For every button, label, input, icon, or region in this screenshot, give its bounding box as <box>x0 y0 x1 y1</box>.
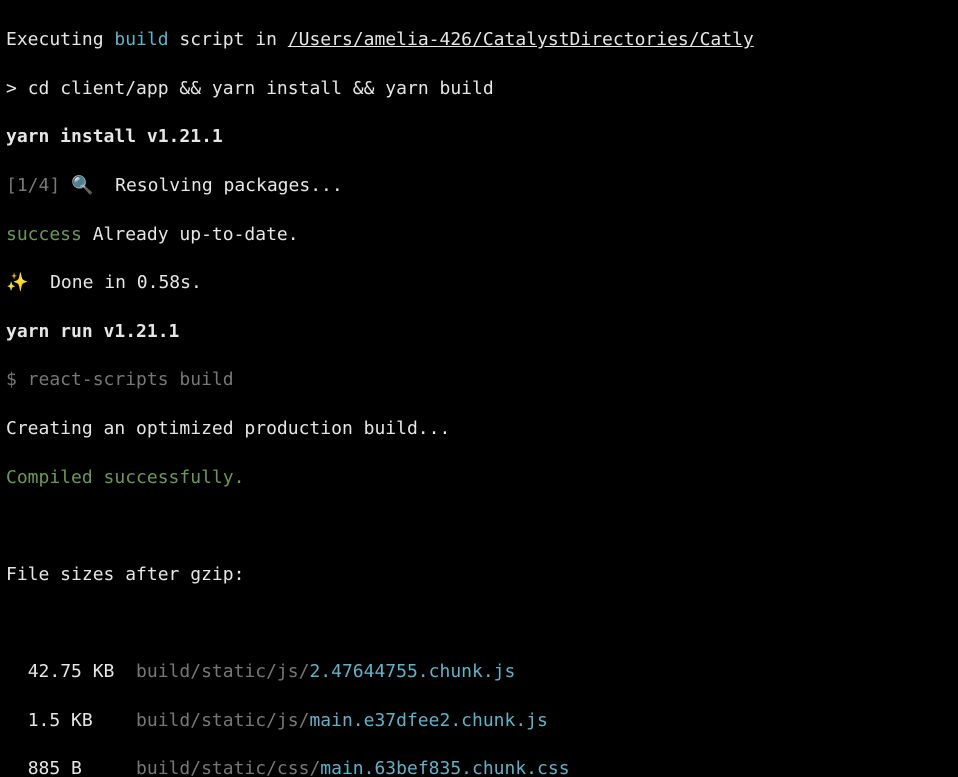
compiled-line: Compiled successfully. <box>6 466 952 490</box>
header-path: /Users/amelia-426/CatalystDirectories/Ca… <box>288 29 754 50</box>
file-size: 42.75 KB <box>28 660 136 684</box>
resolve-text: Resolving packages... <box>115 175 343 196</box>
react-scripts-line: $ react-scripts build <box>6 368 952 392</box>
file-size: 1.5 KB <box>28 709 136 733</box>
command-line: > cd client/app && yarn install && yarn … <box>6 77 952 101</box>
header-build: build <box>114 29 168 50</box>
success-text: Already up-to-date. <box>82 224 299 245</box>
file-path: build/static/js/ <box>136 710 309 731</box>
resolve-line: [1/4] 🔍 Resolving packages... <box>6 174 952 198</box>
file-size: 885 B <box>28 757 136 777</box>
step-indicator: [1/4] <box>6 175 60 196</box>
blank-line <box>6 611 952 635</box>
header-prefix: Executing <box>6 29 114 50</box>
file-name: main.e37dfee2.chunk.js <box>309 710 547 731</box>
yarn-install-line: yarn install v1.21.1 <box>6 125 952 149</box>
terminal-output[interactable]: Executing build script in /Users/amelia-… <box>0 0 958 777</box>
file-row: 1.5 KBbuild/static/js/main.e37dfee2.chun… <box>6 709 952 733</box>
file-name: 2.47644755.chunk.js <box>309 661 515 682</box>
success-label: success <box>6 224 82 245</box>
file-row: 885 Bbuild/static/css/main.63bef835.chun… <box>6 757 952 777</box>
file-path: build/static/js/ <box>136 661 309 682</box>
blank-line <box>6 514 952 538</box>
magnifier-icon: 🔍 <box>60 175 115 196</box>
header-line: Executing build script in /Users/amelia-… <box>6 28 952 52</box>
sparkle-icon: ✨ <box>6 272 50 293</box>
file-name: main.63bef835.chunk.css <box>320 758 569 777</box>
done-install-text: Done in 0.58s. <box>50 272 202 293</box>
command-text: cd client/app && yarn install && yarn bu… <box>28 78 494 99</box>
yarn-run-line: yarn run v1.21.1 <box>6 320 952 344</box>
filesizes-header: File sizes after gzip: <box>6 563 952 587</box>
file-row: 42.75 KBbuild/static/js/2.47644755.chunk… <box>6 660 952 684</box>
header-mid: script in <box>169 29 288 50</box>
done-install-line: ✨ Done in 0.58s. <box>6 271 952 295</box>
prompt: > <box>6 78 28 99</box>
success-line: success Already up-to-date. <box>6 223 952 247</box>
creating-line: Creating an optimized production build..… <box>6 417 952 441</box>
file-path: build/static/css/ <box>136 758 320 777</box>
